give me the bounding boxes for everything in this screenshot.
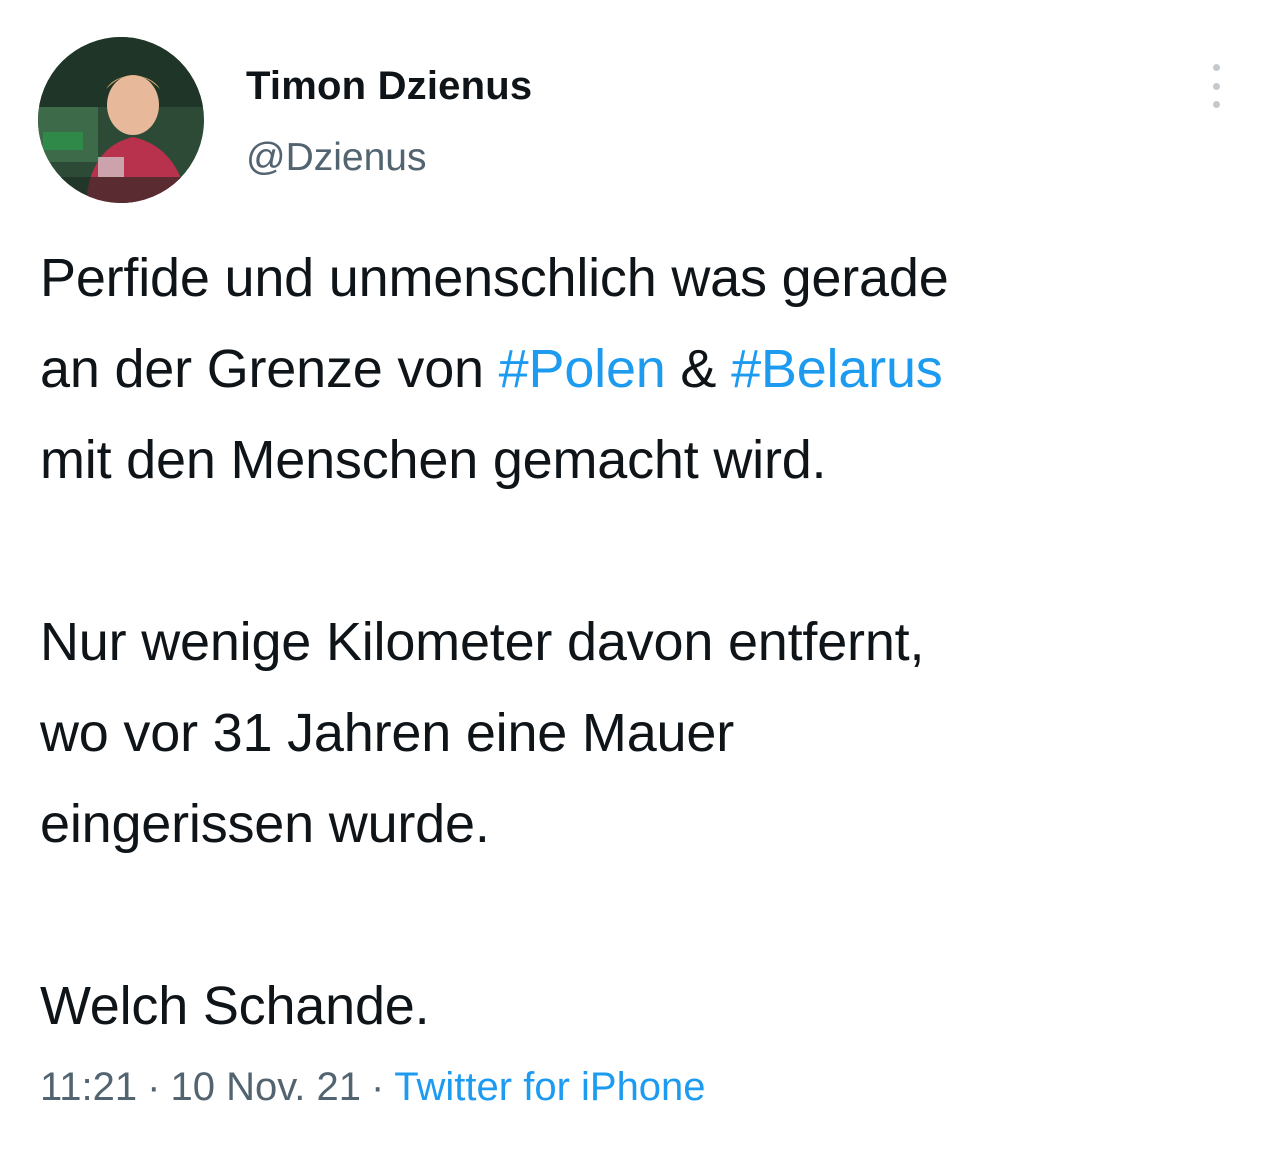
- tweet-line: Perfide und unmenschlich was gerade: [40, 248, 949, 308]
- meta-separator: ·: [147, 1065, 161, 1109]
- hashtag-polen-link[interactable]: #Polen: [499, 339, 666, 399]
- dot-icon: [1212, 82, 1220, 90]
- tweet-meta: 11:21 · 10 Nov. 21 · Twitter for iPhone: [40, 1062, 706, 1112]
- tweet-line: Nur wenige Kilometer davon entfernt,: [40, 612, 925, 672]
- tweet-line: mit den Menschen gemacht wird.: [40, 430, 827, 490]
- hashtag-belarus-link[interactable]: #Belarus: [731, 339, 943, 399]
- tweet-time[interactable]: 11:21: [40, 1065, 137, 1109]
- author-handle[interactable]: @Dzienus: [246, 134, 427, 182]
- dot-icon: [1212, 64, 1220, 71]
- tweet-card: Timon Dzienus @Dzienus Perfide und unmen…: [0, 0, 1280, 1157]
- profile-photo: [38, 37, 204, 203]
- tweet-text: Perfide und unmenschlich was gerade an d…: [40, 233, 1260, 1052]
- tweet-text-segment: &: [665, 339, 732, 399]
- tweet-line: an der Grenze von #Polen & #Belarus: [40, 324, 1260, 415]
- author-display-name[interactable]: Timon Dzienus: [246, 62, 532, 110]
- meta-separator: ·: [370, 1065, 385, 1109]
- tweet-line: eingerissen wurde.: [40, 794, 490, 854]
- tweet-date[interactable]: 10 Nov. 21: [170, 1065, 361, 1109]
- dot-icon: [1212, 101, 1220, 108]
- tweet-line: Welch Schande.: [40, 976, 430, 1036]
- tweet-text-segment: an der Grenze von: [40, 339, 499, 399]
- avatar[interactable]: [38, 37, 204, 203]
- tweet-source-link[interactable]: Twitter for iPhone: [394, 1065, 705, 1109]
- more-options-icon[interactable]: [1198, 64, 1234, 108]
- tweet-line: wo vor 31 Jahren eine Mauer: [40, 703, 734, 763]
